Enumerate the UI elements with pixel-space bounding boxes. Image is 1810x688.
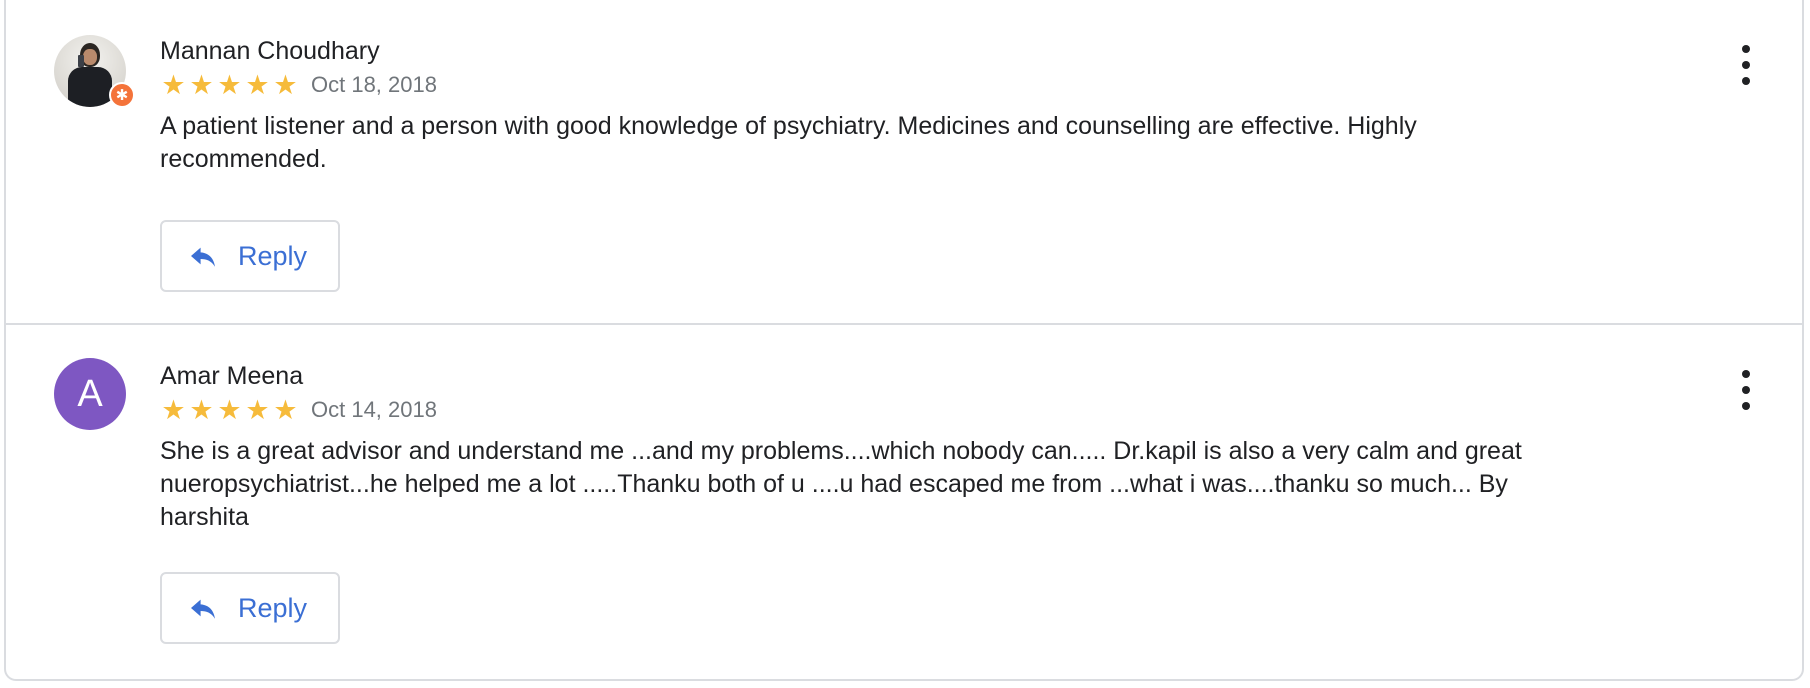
more-vert-icon[interactable]	[1736, 370, 1756, 410]
star-rating: ★ ★ ★ ★ ★	[160, 72, 299, 99]
star-icon: ★	[245, 69, 270, 101]
reply-label: Reply	[238, 240, 308, 271]
review-content: Amar Meena ★ ★ ★ ★ ★ Oct 14, 2018 She is…	[160, 361, 1652, 534]
review-date: Oct 18, 2018	[311, 72, 437, 97]
star-icon: ★	[273, 69, 298, 101]
review-content: Mannan Choudhary ★ ★ ★ ★ ★ Oct 18, 2018 …	[160, 36, 1652, 176]
star-rating: ★ ★ ★ ★ ★	[160, 397, 299, 424]
star-icon: ★	[245, 394, 270, 426]
reply-arrow-icon	[191, 247, 215, 267]
reply-button[interactable]: Reply	[160, 220, 340, 292]
avatar-photo-phone	[78, 55, 84, 67]
more-dot	[1742, 386, 1750, 394]
review-meta: ★ ★ ★ ★ ★ Oct 14, 2018	[160, 393, 1652, 427]
star-icon: ★	[189, 69, 214, 101]
more-vert-icon[interactable]	[1736, 45, 1756, 85]
reviews-card: ✱ Mannan Choudhary ★ ★ ★ ★ ★ Oct 18, 201…	[4, 0, 1804, 681]
review-item: A Amar Meena ★ ★ ★ ★ ★ Oct 14, 2018 She …	[6, 325, 1802, 679]
review-meta: ★ ★ ★ ★ ★ Oct 18, 2018	[160, 68, 1652, 102]
review-text: She is a great advisor and understand me…	[160, 437, 1522, 531]
local-guide-badge-icon: ✱	[109, 82, 135, 108]
reply-arrow-icon	[191, 599, 215, 619]
reviewer-name[interactable]: Mannan Choudhary	[160, 36, 1652, 66]
star-icon: ★	[161, 69, 186, 101]
star-icon: ★	[217, 394, 242, 426]
star-icon: ★	[189, 394, 214, 426]
star-icon: ★	[217, 69, 242, 101]
more-dot	[1742, 402, 1750, 410]
avatar-photo-face	[83, 49, 97, 65]
review-date: Oct 14, 2018	[311, 397, 437, 422]
more-dot	[1742, 61, 1750, 69]
more-dot	[1742, 45, 1750, 53]
reply-label: Reply	[238, 592, 308, 623]
reviewer-avatar[interactable]: A	[54, 358, 126, 430]
review-text: A patient listener and a person with goo…	[160, 112, 1417, 173]
reviewer-name[interactable]: Amar Meena	[160, 361, 1652, 391]
reply-button[interactable]: Reply	[160, 572, 340, 644]
star-icon: ★	[161, 394, 186, 426]
more-dot	[1742, 370, 1750, 378]
star-icon: ★	[273, 394, 298, 426]
review-item: ✱ Mannan Choudhary ★ ★ ★ ★ ★ Oct 18, 201…	[6, 0, 1802, 325]
avatar-photo-body	[68, 67, 112, 107]
more-dot	[1742, 77, 1750, 85]
